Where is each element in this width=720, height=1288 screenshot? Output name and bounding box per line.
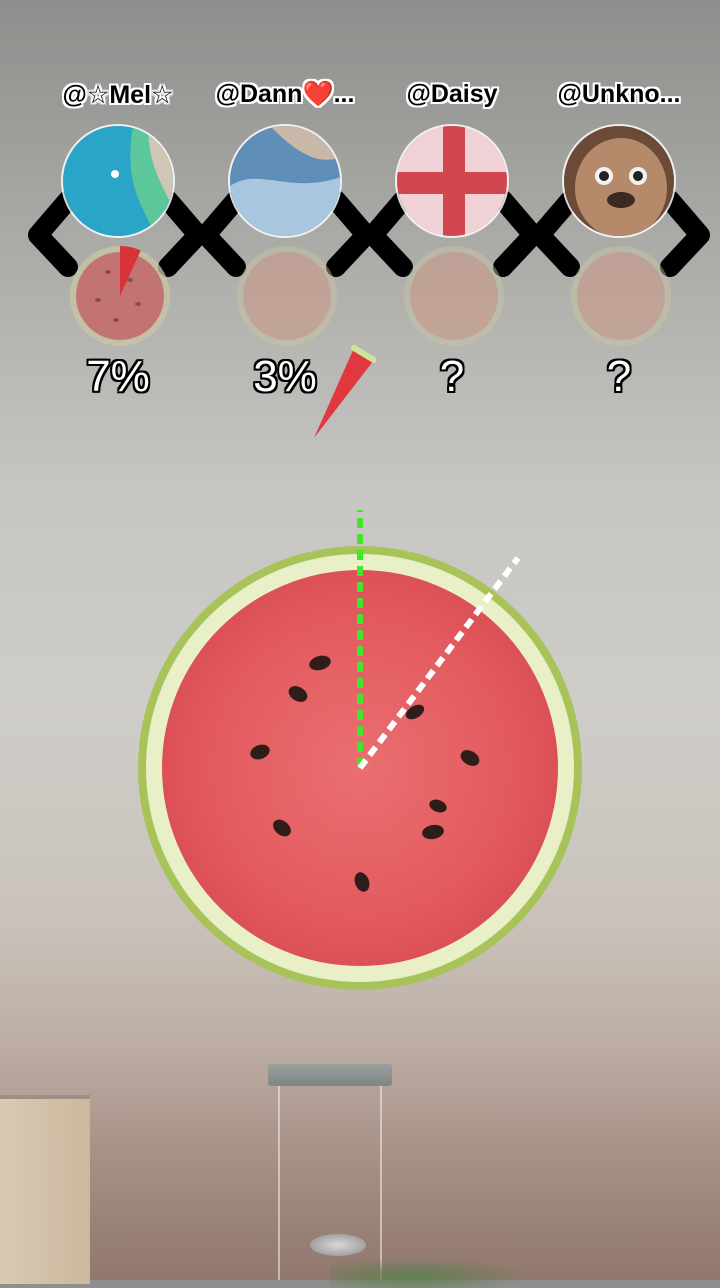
player-percent: ? <box>439 352 465 401</box>
avatar[interactable] <box>61 124 175 238</box>
player-username: @Dann❤️... <box>215 80 355 108</box>
watermelon-cutting-board[interactable] <box>130 500 600 1000</box>
player-melon-plate <box>571 246 671 346</box>
player-username: @☆Mel☆ <box>62 81 174 109</box>
shaggy-dog-avatar-icon <box>564 126 674 236</box>
background-downlight <box>310 1234 366 1256</box>
player-card-2[interactable]: @Dann❤️... 3% <box>202 80 376 438</box>
player-melon-plate <box>237 246 337 346</box>
player-card-1[interactable]: @☆Mel☆ 7% <box>35 80 201 401</box>
player-username: @Unkno... <box>557 80 681 108</box>
player-percent: 7% <box>86 352 150 401</box>
avatar[interactable] <box>228 124 342 238</box>
player-percent: ? <box>606 352 632 401</box>
background-lamp <box>268 1064 392 1086</box>
avatar[interactable] <box>562 124 676 238</box>
background-cabinet <box>0 1095 90 1284</box>
background-plant <box>330 1258 530 1288</box>
red-cross-flag-avatar-icon <box>397 126 507 236</box>
blue-cloth-avatar-icon <box>230 126 340 236</box>
player-melon-plate <box>404 246 504 346</box>
player-card-3[interactable]: @Daisy ? <box>369 80 535 401</box>
falling-slice-icon <box>314 345 376 438</box>
player-melon-plate <box>70 245 170 346</box>
background-lamp-wire <box>380 1086 382 1280</box>
player-card-4[interactable]: @Unkno... ? <box>536 80 702 401</box>
background-lamp-wire <box>278 1086 280 1280</box>
player-username: @Daisy <box>406 80 498 108</box>
sea-shore-avatar-icon <box>63 126 173 236</box>
avatar[interactable] <box>395 124 509 238</box>
